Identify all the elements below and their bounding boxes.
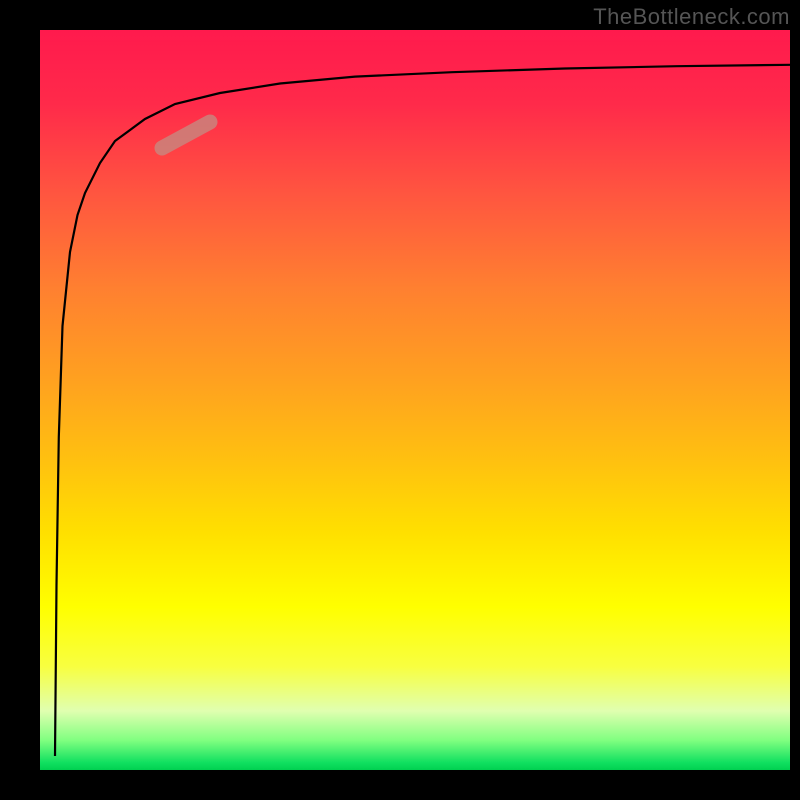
curve-svg [40,30,790,770]
watermark-text: TheBottleneck.com [593,4,790,30]
highlight-segment [162,122,210,148]
curve-path [55,65,790,756]
chart-container: TheBottleneck.com [0,0,800,800]
plot-area [40,30,790,770]
